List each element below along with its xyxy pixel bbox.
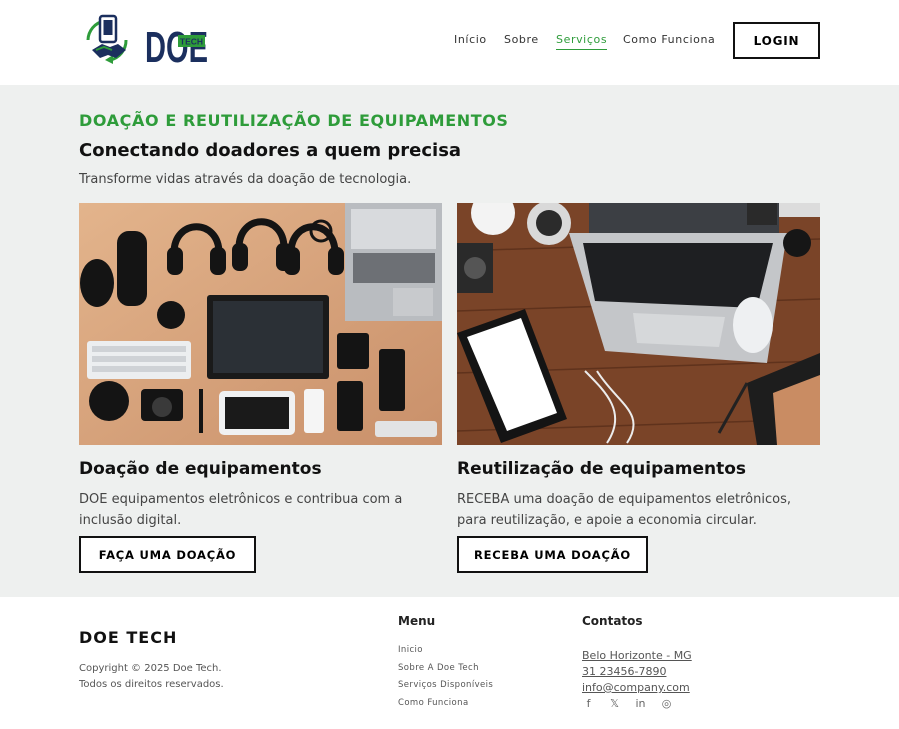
linkedin-icon[interactable]: in — [634, 697, 647, 710]
footer-contacts-title: Contatos — [582, 614, 643, 628]
section-subtitle: Transforme vidas através da doação de te… — [79, 172, 412, 187]
services-section: DOAÇÃO E REUTILIZAÇÃO DE EQUIPAMENTOS Co… — [0, 85, 899, 597]
footer-brand: DOE TECH — [79, 628, 178, 647]
card-title-reuse: Reutilização de equipamentos — [457, 459, 746, 479]
donation-equipment-image — [79, 203, 442, 445]
login-button[interactable]: LOGIN — [733, 22, 820, 59]
contact-email-link[interactable]: info@company.com — [582, 680, 692, 696]
nav-link-servicos[interactable]: Serviços — [556, 33, 608, 50]
rights-reserved-line: Todos os direitos reservados. — [79, 679, 224, 690]
section-title: Conectando doadores a quem precisa — [79, 140, 462, 161]
section-eyebrow: DOAÇÃO E REUTILIZAÇÃO DE EQUIPAMENTOS — [79, 111, 509, 130]
social-links: f 𝕏 in ◎ — [582, 697, 673, 710]
footer-menu-title: Menu — [398, 614, 436, 628]
receive-donation-button[interactable]: RECEBA UMA DOAÇÃO — [457, 536, 648, 573]
svg-text:TECH: TECH — [180, 37, 203, 47]
x-icon[interactable]: 𝕏 — [608, 697, 621, 710]
card-description-reuse: RECEBA uma doação de equipamentos eletrô… — [457, 492, 791, 528]
footer-link-inicio[interactable]: Inicio — [398, 642, 493, 660]
site-footer: DOE TECH Copyright © 2025 Doe Tech. Todo… — [0, 597, 899, 729]
card-description-donation: DOE equipamentos eletrônicos e contribua… — [79, 492, 403, 528]
instagram-icon[interactable]: ◎ — [660, 697, 673, 710]
contact-location-link[interactable]: Belo Horizonte - MG — [582, 648, 692, 664]
nav-link-sobre[interactable]: Sobre — [504, 33, 539, 46]
make-donation-button[interactable]: FAÇA UMA DOAÇÃO — [79, 536, 256, 573]
footer-link-sobre[interactable]: Sobre A Doe Tech — [398, 660, 493, 678]
card-title-donation: Doação de equipamentos — [79, 459, 322, 479]
footer-copyright: Copyright © 2025 Doe Tech. Todos os dire… — [79, 661, 224, 693]
footer-link-como-funciona[interactable]: Como Funciona — [398, 695, 493, 713]
contact-phone-link[interactable]: 31 23456-7890 — [582, 664, 692, 680]
site-header: DOE TECH Início Sobre Serviços Como Func… — [0, 0, 899, 85]
nav-link-como-funciona[interactable]: Como Funciona — [623, 33, 715, 46]
nav-link-inicio[interactable]: Início — [454, 33, 487, 46]
copyright-line: Copyright © 2025 Doe Tech. — [79, 663, 222, 674]
footer-menu: Inicio Sobre A Doe Tech Serviços Disponí… — [398, 642, 493, 712]
facebook-icon[interactable]: f — [582, 697, 595, 710]
doe-tech-logo[interactable]: DOE TECH — [82, 14, 212, 66]
reuse-equipment-image — [457, 203, 820, 445]
footer-link-servicos[interactable]: Serviços Disponíveis — [398, 677, 493, 695]
footer-contacts: Belo Horizonte - MG 31 23456-7890 info@c… — [582, 648, 692, 696]
